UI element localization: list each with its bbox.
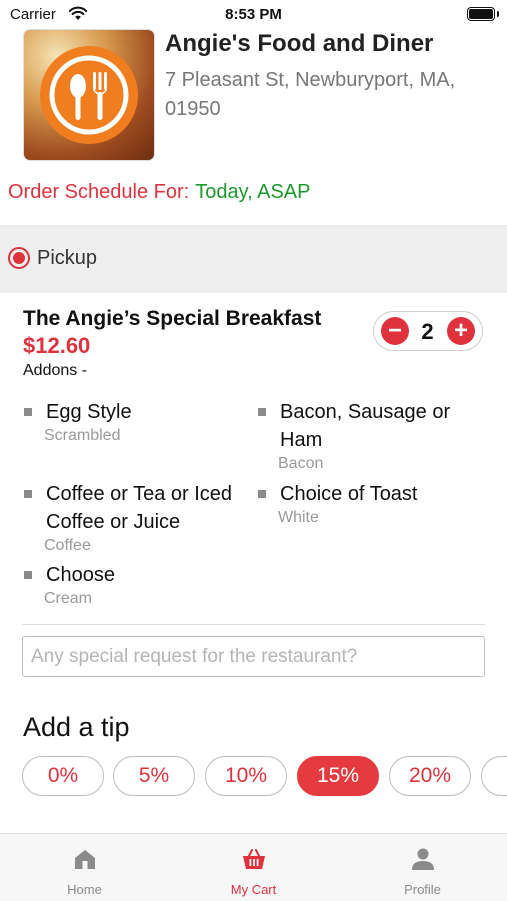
tab-profile-label: Profile bbox=[404, 882, 441, 897]
addon-value: Cream bbox=[44, 590, 93, 607]
tip-option-0[interactable]: 0% bbox=[22, 756, 104, 796]
cart-basket-icon bbox=[241, 846, 267, 872]
order-schedule[interactable]: Order Schedule For: Today, ASAP bbox=[8, 181, 310, 204]
bullet-icon bbox=[24, 408, 32, 416]
home-icon bbox=[72, 846, 98, 872]
tip-option-more[interactable] bbox=[481, 756, 507, 796]
tip-option-15[interactable]: 15% bbox=[297, 756, 379, 796]
addon-value: Coffee bbox=[44, 537, 91, 554]
special-request-input[interactable] bbox=[22, 636, 485, 677]
restaurant-logo bbox=[24, 30, 154, 160]
divider bbox=[22, 624, 485, 625]
tab-my-cart-label: My Cart bbox=[230, 882, 277, 897]
addon-value: Bacon bbox=[278, 455, 324, 472]
schedule-label: Order Schedule For: bbox=[8, 181, 190, 203]
schedule-value[interactable]: Today, ASAP bbox=[195, 181, 310, 203]
restaurant-name: Angie's Food and Diner bbox=[165, 30, 434, 57]
bullet-icon bbox=[258, 490, 266, 498]
addon-name: Coffee or Tea or Iced Coffee or Juice bbox=[46, 483, 233, 533]
tab-home[interactable]: Home bbox=[0, 834, 169, 901]
tab-profile[interactable]: Profile bbox=[338, 834, 507, 901]
bullet-icon bbox=[24, 490, 32, 498]
addon-name: Choose bbox=[46, 564, 115, 586]
increase-quantity-button[interactable]: + bbox=[447, 317, 475, 345]
profile-icon bbox=[410, 846, 436, 872]
item-name: The Angie’s Special Breakfast bbox=[23, 307, 322, 330]
addon-name: Choice of Toast bbox=[280, 483, 418, 505]
tip-option-20[interactable]: 20% bbox=[389, 756, 471, 796]
item-price: $12.60 bbox=[23, 333, 91, 358]
pickup-label[interactable]: Pickup bbox=[37, 247, 97, 270]
bullet-icon bbox=[24, 571, 32, 579]
clock: 8:53 PM bbox=[225, 6, 282, 23]
tip-option-5[interactable]: 5% bbox=[113, 756, 195, 796]
tab-bar: Home My Cart Profile bbox=[0, 833, 507, 901]
tab-home-label: Home bbox=[67, 882, 102, 897]
addon-value: White bbox=[278, 509, 319, 526]
quantity-stepper: − 2 + bbox=[373, 311, 483, 351]
restaurant-address: 7 Pleasant St, Newburyport, MA, 01950 bbox=[165, 69, 456, 120]
tab-my-cart[interactable]: My Cart bbox=[169, 834, 338, 901]
tip-option-10[interactable]: 10% bbox=[205, 756, 287, 796]
addon-value: Scrambled bbox=[44, 427, 121, 444]
addon-name: Egg Style bbox=[46, 401, 132, 423]
order-type-bar: Pickup bbox=[0, 225, 507, 293]
battery-icon bbox=[467, 7, 499, 21]
bullet-icon bbox=[258, 408, 266, 416]
tip-title: Add a tip bbox=[23, 712, 130, 742]
addons-label: Addons - bbox=[23, 362, 88, 379]
status-bar: Carrier 8:53 PM bbox=[0, 0, 507, 30]
pickup-radio[interactable] bbox=[8, 247, 30, 269]
addon-name: Bacon, Sausage or Ham bbox=[280, 401, 451, 451]
fork-spoon-logo-icon bbox=[40, 46, 138, 144]
